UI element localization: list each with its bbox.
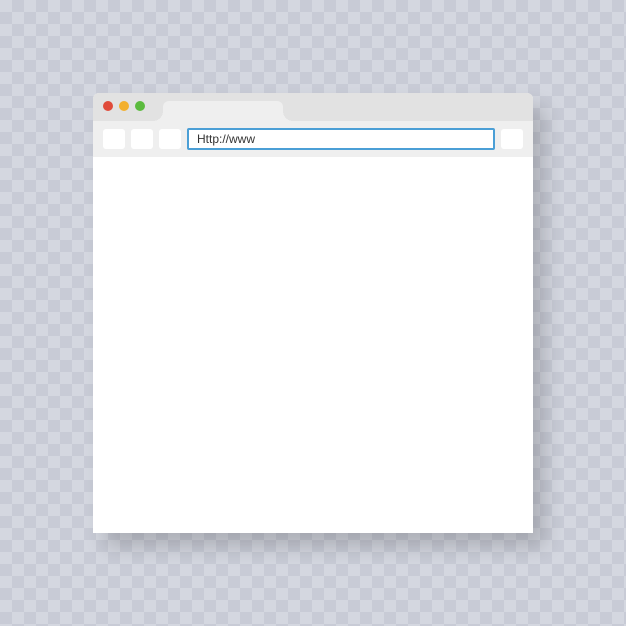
window-controls — [103, 101, 145, 111]
toolbar: Http://www — [93, 121, 533, 157]
browser-tab[interactable] — [163, 101, 283, 121]
browser-window: Http://www — [93, 93, 533, 533]
minimize-icon[interactable] — [119, 101, 129, 111]
close-icon[interactable] — [103, 101, 113, 111]
title-bar — [93, 93, 533, 121]
address-text: Http://www — [197, 132, 255, 146]
back-button[interactable] — [103, 129, 125, 149]
address-bar[interactable]: Http://www — [187, 128, 495, 150]
menu-button[interactable] — [501, 129, 523, 149]
content-area — [93, 157, 533, 533]
refresh-button[interactable] — [159, 129, 181, 149]
maximize-icon[interactable] — [135, 101, 145, 111]
forward-button[interactable] — [131, 129, 153, 149]
